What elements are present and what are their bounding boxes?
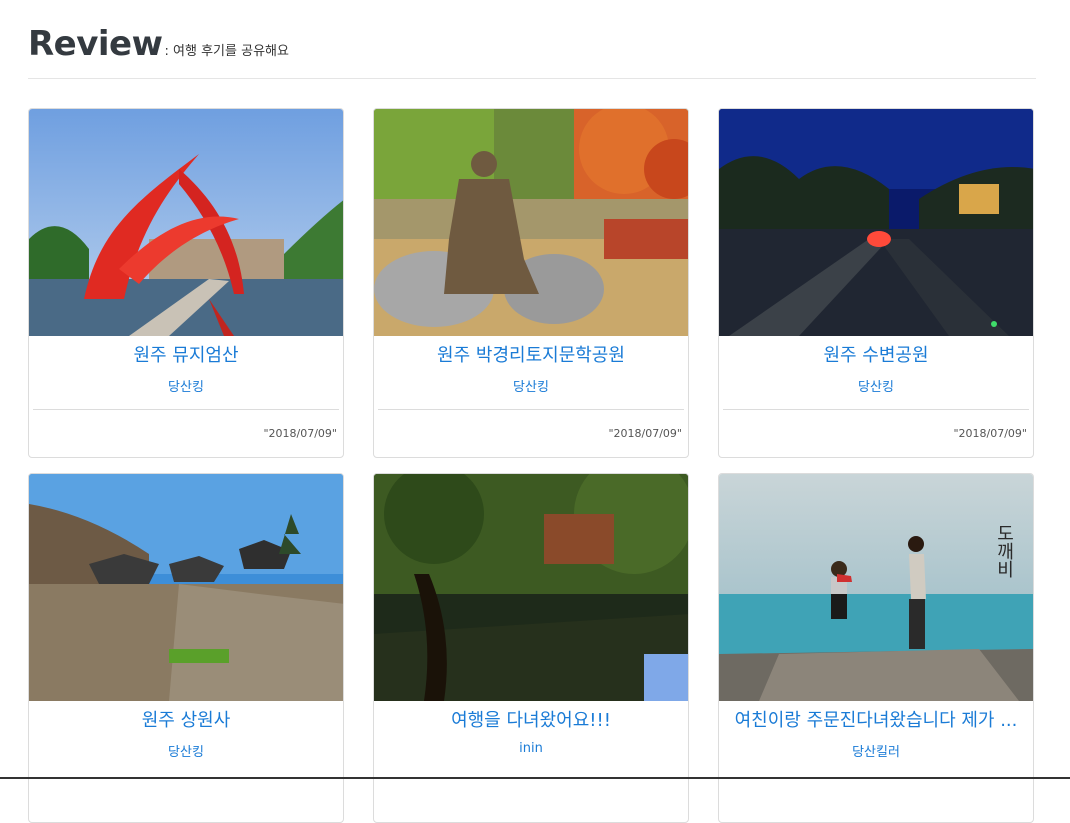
card-divider xyxy=(378,409,684,410)
page-title: Review xyxy=(28,24,163,64)
review-date: "2018/07/09" xyxy=(953,427,1027,440)
review-author[interactable]: 당산킬러 xyxy=(719,741,1033,760)
card-divider xyxy=(723,409,1029,410)
drama-logo-text: 도깨비 xyxy=(994,524,1015,578)
review-card[interactable]: 여행을 다녀왔어요!!! inin xyxy=(373,473,689,823)
review-date: "2018/07/09" xyxy=(608,427,682,440)
review-photo[interactable] xyxy=(29,474,343,701)
page-header: Review: 여행 후기를 공유해요 xyxy=(28,22,1036,79)
review-author[interactable]: 당산킹 xyxy=(29,376,343,395)
card-divider xyxy=(33,409,339,410)
review-card[interactable]: 원주 상원사 당산킹 xyxy=(28,473,344,823)
review-card[interactable]: 원주 수변공원 당산킹 "2018/07/09" xyxy=(718,108,1034,458)
review-card[interactable]: 원주 박경리토지문학공원 당산킹 "2018/07/09" xyxy=(373,108,689,458)
review-card[interactable]: 도깨비 여친이랑 주문진다녀왔습니다 제가 ... 당산킬러 xyxy=(718,473,1034,823)
review-title[interactable]: 여친이랑 주문진다녀왔습니다 제가 ... xyxy=(725,706,1027,732)
review-title[interactable]: 여행을 다녀왔어요!!! xyxy=(380,706,682,732)
review-title[interactable]: 원주 상원사 xyxy=(35,706,337,732)
review-photo[interactable] xyxy=(374,109,688,336)
review-card[interactable]: 원주 뮤지엄산 당산킹 "2018/07/09" xyxy=(28,108,344,458)
page-subtitle: : 여행 후기를 공유해요 xyxy=(164,44,289,59)
review-photo[interactable] xyxy=(29,109,343,336)
review-title[interactable]: 원주 수변공원 xyxy=(725,341,1027,367)
review-title[interactable]: 원주 뮤지엄산 xyxy=(35,341,337,367)
review-author[interactable]: 당산킹 xyxy=(719,376,1033,395)
review-photo[interactable]: 도깨비 xyxy=(719,474,1033,701)
review-author[interactable]: 당산킹 xyxy=(374,376,688,395)
review-title[interactable]: 원주 박경리토지문학공원 xyxy=(380,341,682,367)
review-author[interactable]: 당산킹 xyxy=(29,741,343,760)
review-photo[interactable] xyxy=(719,109,1033,336)
review-date: "2018/07/09" xyxy=(263,427,337,440)
review-photo[interactable] xyxy=(374,474,688,701)
review-author[interactable]: inin xyxy=(374,741,688,756)
